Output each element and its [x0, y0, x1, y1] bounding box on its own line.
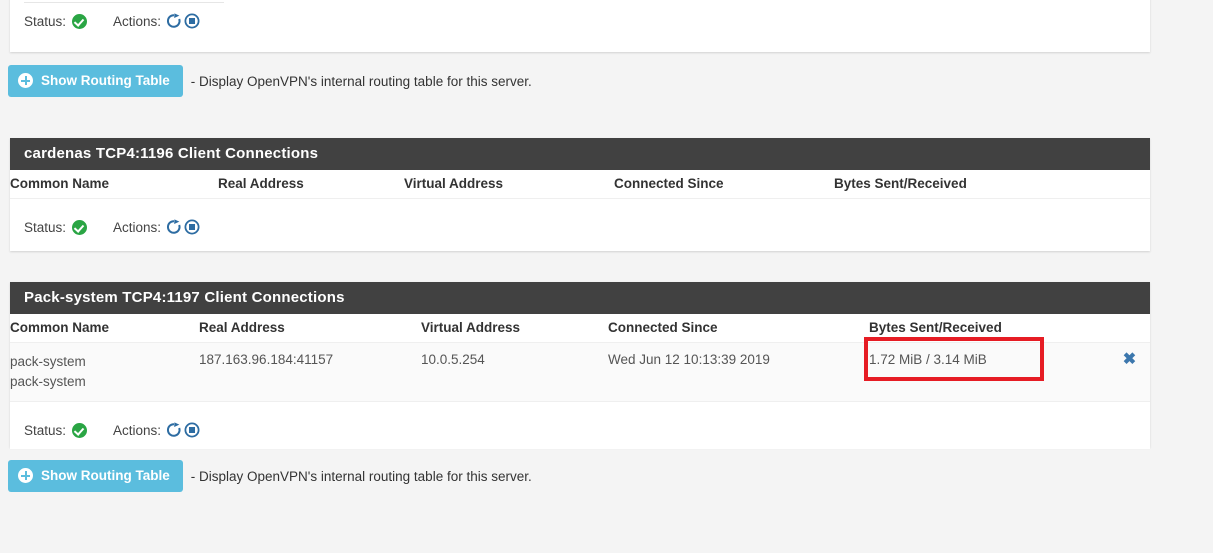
cell-bytes-sent-received: 1.72 MiB / 3.14 MiB	[869, 343, 1109, 402]
plus-circle-icon	[18, 468, 33, 483]
table-header-row: Common Name Real Address Virtual Address…	[10, 314, 1150, 343]
column-header-real-address: Real Address	[199, 314, 421, 343]
actions-label: Actions:	[113, 220, 161, 235]
actions-label: Actions:	[113, 14, 161, 29]
column-header-common-name: Common Name	[10, 170, 218, 199]
close-x-icon[interactable]: ✖	[1123, 351, 1136, 368]
show-routing-table-row-1: Show Routing Table - Display OpenVPN's i…	[8, 65, 532, 97]
check-circle-icon	[72, 14, 87, 29]
column-header-common-name: Common Name	[10, 314, 199, 343]
table-body: pack-system pack-system 187.163.96.184:4…	[10, 343, 1150, 413]
connections-table: Common Name Real Address Virtual Address…	[10, 314, 1150, 412]
client-connections-panel-cardenas: cardenas TCP4:1196 Client Connections Co…	[10, 138, 1150, 251]
status-actions-row: Status: Actions:	[10, 3, 1150, 40]
client-connections-panel-partial: Status: Actions:	[10, 0, 1150, 52]
column-header-actions	[1109, 314, 1150, 343]
status-label: Status:	[24, 220, 66, 235]
panel-body: Common Name Real Address Virtual Address…	[10, 170, 1150, 246]
openvpn-status-page: Status: Actions:	[0, 0, 1213, 553]
status-actions-row: Status: Actions:	[10, 412, 1150, 449]
restart-icon[interactable]	[166, 219, 182, 235]
show-routing-table-button[interactable]: Show Routing Table	[8, 460, 183, 492]
panel-title-pack-system: Pack-system TCP4:1197 Client Connections	[10, 282, 1150, 314]
check-circle-icon	[72, 423, 87, 438]
common-name-line-2: pack-system	[10, 372, 199, 392]
column-header-virtual-address: Virtual Address	[421, 314, 608, 343]
panel-body: Status: Actions:	[10, 2, 1150, 40]
show-routing-table-description: - Display OpenVPN's internal routing tab…	[191, 74, 532, 89]
table-empty-row	[10, 199, 1150, 210]
plus-circle-icon	[18, 73, 33, 88]
show-routing-table-row-2: Show Routing Table - Display OpenVPN's i…	[8, 460, 532, 492]
connections-table: Common Name Real Address Virtual Address…	[10, 170, 1150, 209]
actions-label: Actions:	[113, 423, 161, 438]
stop-icon[interactable]	[184, 422, 200, 438]
cell-actions: ✖	[1109, 343, 1150, 402]
show-routing-table-label: Show Routing Table	[41, 73, 170, 88]
column-header-bytes: Bytes Sent/Received	[834, 170, 1110, 199]
column-header-connected-since: Connected Since	[614, 170, 834, 199]
panel-title-cardenas: cardenas TCP4:1196 Client Connections	[10, 138, 1150, 170]
cell-common-name: pack-system pack-system	[10, 343, 199, 402]
column-header-bytes: Bytes Sent/Received	[869, 314, 1109, 343]
client-connections-panel-pack-system: Pack-system TCP4:1197 Client Connections…	[10, 282, 1150, 447]
table-empty-row	[10, 402, 1150, 413]
table-header-row: Common Name Real Address Virtual Address…	[10, 170, 1150, 199]
cell-virtual-address: 10.0.5.254	[421, 343, 608, 402]
column-header-virtual-address: Virtual Address	[404, 170, 614, 199]
cell-connected-since: Wed Jun 12 10:13:39 2019	[608, 343, 869, 402]
show-routing-table-label: Show Routing Table	[41, 468, 170, 483]
stop-icon[interactable]	[184, 219, 200, 235]
restart-icon[interactable]	[166, 13, 182, 29]
column-header-real-address: Real Address	[218, 170, 404, 199]
status-actions-row: Status: Actions:	[10, 209, 1150, 246]
status-label: Status:	[24, 423, 66, 438]
cell-real-address: 187.163.96.184:41157	[199, 343, 421, 402]
table-row: pack-system pack-system 187.163.96.184:4…	[10, 343, 1150, 402]
show-routing-table-description: - Display OpenVPN's internal routing tab…	[191, 469, 532, 484]
show-routing-table-button[interactable]: Show Routing Table	[8, 65, 183, 97]
column-header-connected-since: Connected Since	[608, 314, 869, 343]
restart-icon[interactable]	[166, 422, 182, 438]
stop-icon[interactable]	[184, 13, 200, 29]
column-header-actions	[1110, 170, 1150, 199]
panel-body: Common Name Real Address Virtual Address…	[10, 314, 1150, 449]
common-name-line-1: pack-system	[10, 352, 199, 372]
check-circle-icon	[72, 220, 87, 235]
table-body	[10, 199, 1150, 210]
status-label: Status:	[24, 14, 66, 29]
